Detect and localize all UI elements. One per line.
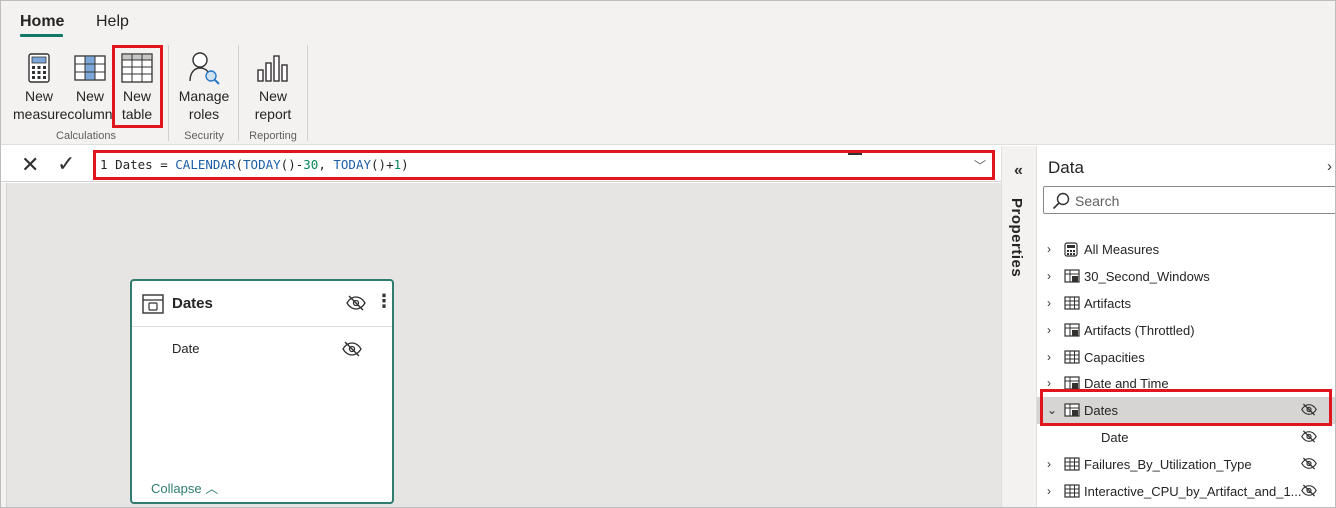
search-icon: [1052, 192, 1070, 215]
expand-properties-icon[interactable]: «: [1014, 162, 1023, 180]
tree-item-all-measures[interactable]: › All Measures: [1037, 236, 1335, 263]
bar-chart-icon: [247, 49, 299, 87]
tree-item-label: 30_Second_Windows: [1084, 269, 1210, 284]
formula-function-calendar: CALENDAR: [175, 157, 236, 172]
tree-item-label: Artifacts (Throttled): [1084, 323, 1195, 338]
data-pane-title: Data: [1048, 158, 1084, 177]
group-label-calculations: Calculations: [56, 130, 116, 142]
chevron-right-icon[interactable]: ›: [1047, 323, 1051, 337]
formula-function-today: TODAY: [243, 157, 281, 172]
calc-table-icon: [1064, 269, 1080, 286]
hidden-eye-icon[interactable]: [1301, 457, 1317, 473]
table-card-dates[interactable]: Dates ⋮ Date Collapse ︿: [130, 279, 394, 504]
new-column-button[interactable]: New column: [67, 49, 113, 123]
manage-roles-icon: [177, 49, 231, 87]
new-report-label: New report: [254, 88, 292, 122]
new-report-button[interactable]: New report: [247, 49, 299, 123]
chevron-right-icon[interactable]: ›: [1047, 457, 1051, 471]
tree-item-artifacts-throttled[interactable]: › Artifacts (Throttled): [1037, 317, 1335, 344]
more-options-icon[interactable]: ⋮: [375, 292, 393, 310]
hidden-eye-icon[interactable]: [1301, 430, 1317, 446]
group-label-reporting: Reporting: [249, 130, 297, 142]
collapse-label: Collapse: [151, 481, 202, 496]
formula-text: 1 Dates = CALENDAR(TODAY()-30, TODAY()+1…: [100, 157, 409, 172]
manage-roles-label: Manage roles: [178, 88, 230, 122]
tree-item-label: Artifacts: [1084, 296, 1131, 311]
commit-formula-icon[interactable]: ✓: [57, 151, 75, 177]
chevron-right-icon[interactable]: ›: [1047, 350, 1051, 364]
formula-number-start: 30: [303, 157, 319, 172]
chevron-up-icon: ︿: [205, 481, 219, 496]
manage-roles-button[interactable]: Manage roles: [177, 49, 231, 123]
tree-item-label: Date: [1101, 430, 1129, 445]
data-pane: Data › Search › All Measures › 30_Second…: [1037, 146, 1335, 507]
canvas-left-edge: [1, 183, 7, 507]
hidden-eye-icon[interactable]: [346, 295, 366, 316]
group-label-security: Security: [184, 130, 224, 142]
chevron-right-icon[interactable]: ›: [1047, 242, 1051, 256]
new-measure-button[interactable]: New measure: [13, 49, 68, 123]
chevron-right-icon[interactable]: ›: [1047, 484, 1051, 498]
calculator-icon: [13, 49, 65, 87]
search-placeholder: Search: [1075, 193, 1120, 209]
cursor-marker: [848, 153, 862, 155]
model-canvas[interactable]: Dates ⋮ Date Collapse ︿: [1, 183, 1001, 507]
chevron-right-icon[interactable]: ›: [1047, 296, 1051, 310]
formula-input[interactable]: 1 Dates = CALENDAR(TODAY()-30, TODAY()+1…: [93, 150, 995, 180]
calc-table-icon: [1064, 323, 1080, 340]
tree-item-label: All Measures: [1084, 242, 1160, 257]
calc-table-icon: [142, 294, 164, 319]
formula-equals: =: [152, 157, 176, 172]
chevron-right-icon[interactable]: ›: [1047, 269, 1051, 283]
table-card-title: Dates: [172, 295, 213, 312]
group-separator: [238, 45, 239, 141]
dates-highlight: [1040, 389, 1332, 426]
active-tab-indicator: [20, 34, 63, 37]
tree-item-label: Interactive_CPU_by_Artifact_and_1...: [1084, 484, 1302, 499]
line-number: 1: [100, 157, 108, 172]
formula-table-name: Dates: [115, 157, 153, 172]
hidden-eye-icon[interactable]: [342, 341, 362, 362]
tree-item-label: Failures_By_Utilization_Type: [1084, 457, 1252, 472]
new-measure-label: New measure: [13, 88, 68, 122]
collapse-pane-icon[interactable]: ›: [1327, 158, 1332, 175]
tree-item-capacities[interactable]: › Capacities: [1037, 344, 1335, 371]
table-icon: [1064, 350, 1080, 367]
expand-formula-icon[interactable]: ﹀: [974, 157, 986, 174]
app-window: Home Help New measure New column New tab…: [0, 0, 1336, 508]
properties-pane-collapsed: « Properties: [1001, 146, 1037, 507]
properties-label[interactable]: Properties: [1008, 198, 1025, 277]
group-separator: [307, 45, 308, 141]
formula-number-end: 1: [393, 157, 402, 172]
search-input[interactable]: Search: [1043, 186, 1335, 215]
table-card-header: Dates ⋮: [132, 281, 393, 327]
tree-item-failures-by-utilization-type[interactable]: › Failures_By_Utilization_Type: [1037, 451, 1335, 478]
new-table-highlight: [112, 45, 163, 128]
new-column-icon: [67, 49, 113, 87]
tab-home[interactable]: Home: [20, 13, 64, 31]
new-column-label: New column: [67, 88, 113, 122]
tree-item-interactive-cpu[interactable]: › Interactive_CPU_by_Artifact_and_1...: [1037, 478, 1335, 505]
tree-item-30-second-windows[interactable]: › 30_Second_Windows: [1037, 263, 1335, 290]
formula-function-today: TODAY: [333, 157, 372, 172]
calculator-icon: [1064, 242, 1078, 260]
ribbon: Home Help New measure New column New tab…: [1, 1, 1335, 145]
tree-item-artifacts[interactable]: › Artifacts: [1037, 290, 1335, 317]
tree-item-label: Capacities: [1084, 350, 1145, 365]
cancel-formula-icon[interactable]: ✕: [21, 152, 39, 178]
table-icon: [1064, 484, 1080, 501]
hidden-eye-icon[interactable]: [1301, 484, 1317, 500]
tree-item-date-field[interactable]: Date: [1037, 424, 1335, 451]
collapse-button[interactable]: Collapse ︿: [151, 478, 218, 497]
chevron-right-icon[interactable]: ›: [1047, 376, 1051, 390]
table-icon: [1064, 296, 1080, 313]
group-separator: [168, 45, 169, 141]
tab-help[interactable]: Help: [96, 13, 129, 31]
table-icon: [1064, 457, 1080, 474]
table-card-field[interactable]: Date: [172, 341, 199, 356]
